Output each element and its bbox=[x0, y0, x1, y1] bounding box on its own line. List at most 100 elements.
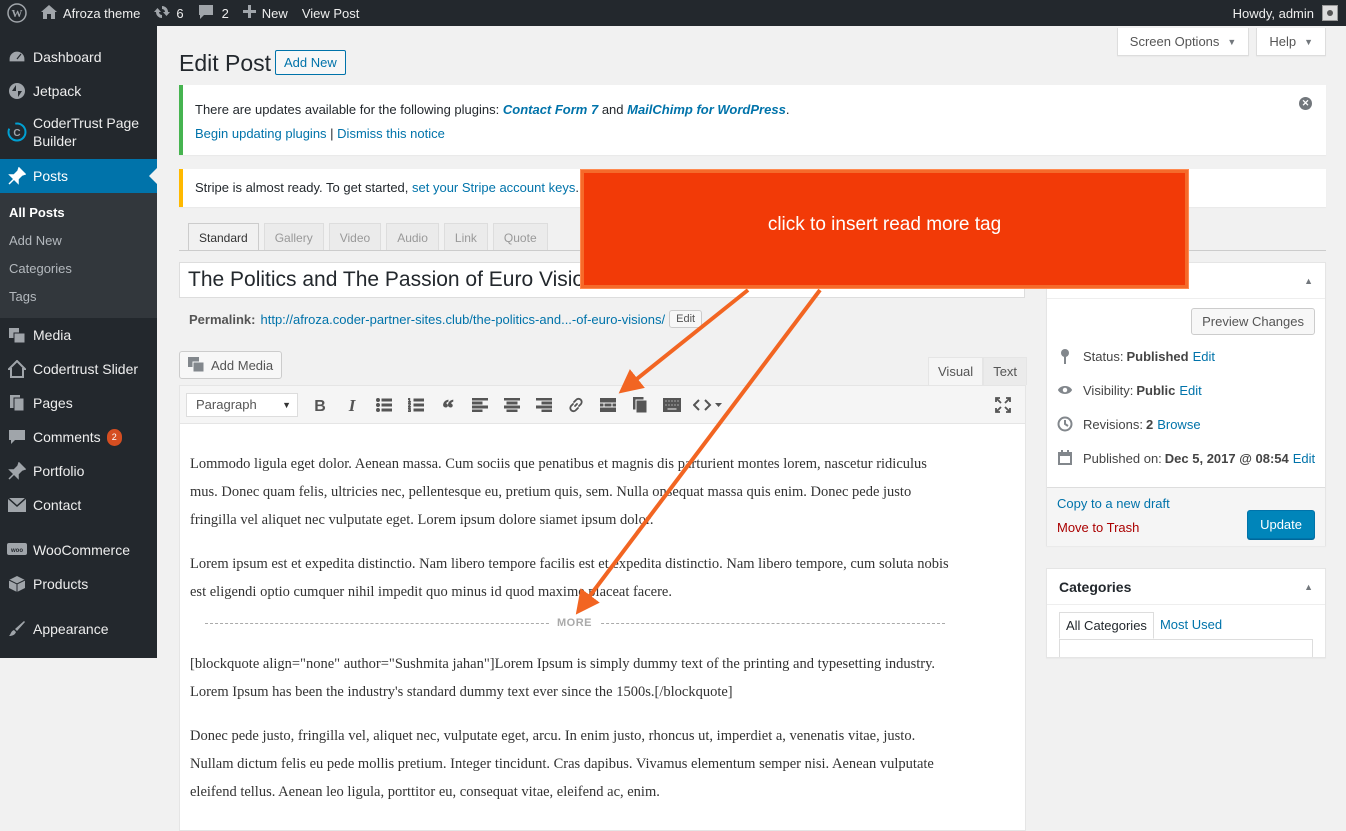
submenu-tags[interactable]: Tags bbox=[0, 283, 157, 311]
menu-codertrust-slider[interactable]: Codertrust Slider bbox=[0, 352, 157, 386]
menu-slider-label: Codertrust Slider bbox=[33, 361, 139, 377]
menu-media[interactable]: Media bbox=[0, 318, 157, 352]
tab-most-used[interactable]: Most Used bbox=[1154, 612, 1228, 639]
menu-woocommerce[interactable]: woo WooCommerce bbox=[0, 533, 157, 567]
content-paragraph-4: Donec pede justo, fringilla vel, aliquet… bbox=[190, 728, 934, 800]
menu-jetpack-label: Jetpack bbox=[33, 83, 82, 99]
bold-button[interactable]: B bbox=[306, 391, 334, 419]
admin-sidebar: Dashboard Jetpack C CoderTrust Page Build… bbox=[0, 26, 157, 658]
content-paragraph-1: Lommodo ligula eget dolor. Aenean massa.… bbox=[190, 456, 927, 528]
insert-link-button[interactable] bbox=[562, 391, 590, 419]
svg-text:C: C bbox=[13, 128, 20, 139]
revisions-browse-link[interactable]: Browse bbox=[1157, 417, 1200, 432]
dismiss-notice-link[interactable]: Dismiss this notice bbox=[337, 126, 445, 141]
menu-portfolio-label: Portfolio bbox=[33, 463, 85, 479]
align-left-button[interactable] bbox=[466, 391, 494, 419]
menu-products[interactable]: Products bbox=[0, 567, 157, 601]
menu-posts[interactable]: Posts bbox=[0, 159, 157, 193]
blockquote-button[interactable]: “ bbox=[434, 391, 462, 419]
format-select[interactable]: Paragraph ▼ bbox=[186, 392, 298, 417]
mailchimp-link[interactable]: MailChimp for WordPress bbox=[627, 102, 786, 117]
avatar[interactable] bbox=[1322, 5, 1338, 21]
add-media-icon bbox=[188, 357, 206, 373]
caret-down-icon: ▼ bbox=[282, 399, 291, 410]
caret-up-icon[interactable]: ▲ bbox=[1304, 276, 1313, 286]
published-on-edit-link[interactable]: Edit bbox=[1293, 451, 1315, 466]
comments-link[interactable]: 2 bbox=[191, 0, 236, 26]
status-label: Status: bbox=[1083, 348, 1124, 364]
published-on-label: Published on: bbox=[1083, 450, 1162, 466]
updates-link[interactable]: 6 bbox=[147, 0, 190, 26]
caret-up-icon[interactable]: ▲ bbox=[1304, 582, 1313, 592]
menu-dashboard[interactable]: Dashboard bbox=[0, 40, 157, 74]
eye-icon bbox=[1057, 382, 1073, 398]
numbered-list-button[interactable]: 123 bbox=[402, 391, 430, 419]
products-icon bbox=[7, 574, 27, 594]
tab-visual[interactable]: Visual bbox=[928, 357, 984, 385]
history-icon bbox=[1057, 416, 1073, 432]
update-notice-text: There are updates available for the foll… bbox=[195, 102, 1314, 117]
editor-content[interactable]: Lommodo ligula eget dolor. Aenean massa.… bbox=[180, 424, 1025, 806]
posts-submenu: All Posts Add New Categories Tags bbox=[0, 193, 157, 318]
update-notice-actions: Begin updating plugins | Dismiss this no… bbox=[195, 126, 1314, 141]
contact-form-7-link[interactable]: Contact Form 7 bbox=[503, 102, 598, 117]
submenu-categories[interactable]: Categories bbox=[0, 255, 157, 283]
permalink-edit-button[interactable]: Edit bbox=[669, 310, 703, 328]
help-label: Help bbox=[1269, 34, 1297, 49]
site-name-link[interactable]: Afroza theme bbox=[34, 0, 147, 26]
submenu-all-posts[interactable]: All Posts bbox=[0, 199, 157, 227]
read-more-tag-button[interactable] bbox=[594, 391, 622, 419]
tab-video[interactable]: Video bbox=[328, 223, 382, 251]
italic-button[interactable]: I bbox=[338, 391, 366, 419]
stripe-period: . bbox=[575, 180, 579, 195]
align-center-button[interactable] bbox=[498, 391, 526, 419]
visibility-edit-link[interactable]: Edit bbox=[1179, 383, 1201, 398]
add-new-button[interactable]: Add New bbox=[275, 50, 346, 75]
tab-audio[interactable]: Audio bbox=[386, 223, 439, 251]
howdy-account[interactable]: Howdy, admin bbox=[1233, 6, 1314, 21]
copy-to-draft-link[interactable]: Copy to a new draft bbox=[1057, 496, 1170, 511]
status-edit-link[interactable]: Edit bbox=[1193, 349, 1215, 364]
tab-all-categories[interactable]: All Categories bbox=[1059, 612, 1154, 639]
permalink-url[interactable]: http://afroza.coder-partner-sites.club/t… bbox=[260, 312, 665, 327]
add-media-button[interactable]: Add Media bbox=[179, 351, 283, 379]
tab-link[interactable]: Link bbox=[443, 223, 488, 251]
svg-text:3: 3 bbox=[408, 408, 411, 412]
dismiss-x-icon[interactable]: ✕ bbox=[1299, 97, 1312, 110]
view-post-link[interactable]: View Post bbox=[295, 0, 367, 26]
update-button[interactable]: Update bbox=[1247, 510, 1315, 539]
svg-text:woo: woo bbox=[10, 548, 23, 554]
menu-appearance[interactable]: Appearance bbox=[0, 612, 157, 646]
menu-codertrust-builder[interactable]: C CoderTrust Page Builder bbox=[0, 108, 157, 156]
menu-pages[interactable]: Pages bbox=[0, 386, 157, 420]
toolbar-toggle-button[interactable] bbox=[658, 391, 686, 419]
code-dropdown-button[interactable] bbox=[690, 391, 726, 419]
menu-comments[interactable]: Comments 2 bbox=[0, 420, 157, 454]
wordpress-logo-icon[interactable]: W bbox=[0, 0, 34, 26]
menu-contact[interactable]: Contact bbox=[0, 488, 157, 522]
menu-portfolio[interactable]: Portfolio bbox=[0, 454, 157, 488]
menu-products-label: Products bbox=[33, 576, 89, 592]
stripe-keys-link[interactable]: set your Stripe account keys bbox=[412, 180, 575, 195]
fullscreen-button[interactable] bbox=[989, 391, 1017, 419]
screen-options-button[interactable]: Screen Options ▼ bbox=[1116, 28, 1250, 56]
woo-icon: woo bbox=[7, 540, 27, 560]
help-button[interactable]: Help ▼ bbox=[1256, 28, 1326, 56]
tab-gallery[interactable]: Gallery bbox=[263, 223, 324, 251]
visibility-label: Visibility: bbox=[1083, 382, 1134, 398]
begin-updating-link[interactable]: Begin updating plugins bbox=[195, 126, 327, 141]
main-content: Screen Options ▼ Help ▼ Edit Post Add New … bbox=[157, 26, 1346, 831]
tab-text[interactable]: Text bbox=[983, 357, 1028, 385]
comment-bubble-icon bbox=[198, 4, 214, 22]
align-right-button[interactable] bbox=[530, 391, 558, 419]
preview-changes-button[interactable]: Preview Changes bbox=[1191, 308, 1315, 335]
more-tag-separator[interactable]: MORE bbox=[205, 610, 945, 638]
tab-standard[interactable]: Standard bbox=[188, 223, 259, 251]
move-to-trash-link[interactable]: Move to Trash bbox=[1057, 520, 1139, 535]
menu-jetpack[interactable]: Jetpack bbox=[0, 74, 157, 108]
copy-pages-button[interactable] bbox=[626, 391, 654, 419]
bulleted-list-button[interactable] bbox=[370, 391, 398, 419]
new-content-link[interactable]: New bbox=[236, 0, 295, 26]
tab-quote[interactable]: Quote bbox=[492, 223, 548, 251]
submenu-add-new[interactable]: Add New bbox=[0, 227, 157, 255]
